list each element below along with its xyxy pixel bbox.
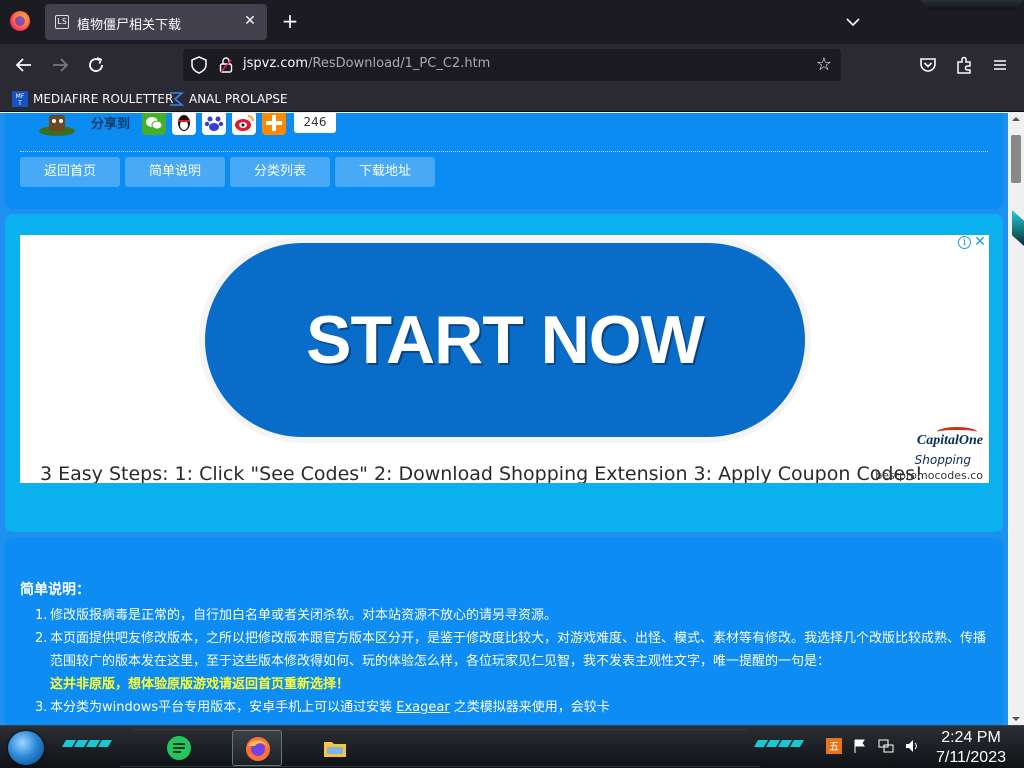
taskbar-app-file-explorer[interactable] [310,730,360,766]
scrollbar-thumb[interactable] [1011,135,1021,183]
new-tab-plus-icon[interactable]: + [280,11,300,32]
taskbar-decoration-left [61,740,113,750]
taskbar-app-firefox[interactable] [232,730,282,766]
ad-close-icon[interactable]: ✕ [973,235,987,249]
window-frame-decoration [920,0,1024,10]
scroll-up-arrow-icon[interactable] [1012,115,1020,123]
tab-favicon-icon: LS [55,15,69,29]
ad-domain-text: bestpromocodes.co [875,469,983,482]
tab-title: 植物僵尸相关下载 [77,18,182,33]
more-share-plus-icon[interactable] [262,113,286,135]
extensions-puzzle-icon[interactable] [953,54,975,76]
list-item: 1. 修改版报病毒是正常的，自行加白名单或者关闭杀软。对本站资源不放心的请另寻资源… [35,608,558,623]
page-nav-tabs: 返回首页 简单说明 分类列表 下载地址 [20,157,436,187]
zombie-mascot-icon [39,115,75,136]
taskbar-app-notes[interactable] [154,730,204,766]
taskbar-frame-decoration [120,729,760,767]
navigation-toolbar: jspvz.com/ResDownload/1_PC_C2.htm ☆ [0,44,1024,86]
description-list: 1. 修改版报病毒是正常的，自行加白名单或者关闭杀软。对本站资源不放心的请另寻资源… [35,604,990,719]
description-title: 简单说明： [20,582,90,598]
forward-arrow-icon[interactable] [48,53,72,77]
warning-text: 这并非原版，想体验原版游戏请返回首页重新选择！ [50,677,350,692]
tracking-protection-shield-icon[interactable] [191,56,207,74]
ad-info-icon[interactable]: i [958,236,971,249]
url-domain: jspvz.com [243,56,309,71]
url-path: /ResDownload/1_PC_C2.htm [308,56,491,71]
share-count-badge: 246 [294,113,336,133]
lock-icon[interactable] [219,56,233,74]
weibo-icon[interactable] [232,113,256,135]
clock-time: 2:24 PM [941,729,1001,746]
bookmark-sigma[interactable]: ANAL PROLAPSE [168,90,288,108]
list-item-text: 修改版报病毒是正常的，自行加白名单或者关闭杀软。对本站资源不放心的请另寻资源。 [50,608,558,623]
pocket-icon[interactable] [917,54,939,76]
hamburger-menu-icon[interactable] [989,54,1011,76]
ad-panel: START NOW i ✕ CapitalOne Shopping 3 Easy… [5,214,1003,532]
list-item-text: 本分类为windows平台专用版本，安卓手机上可以通过安装 [50,700,397,715]
list-item-text: 本页面提供吧友修改版本，之所以把修改版本跟官方版本区分开，是鉴于修改度比较大，对… [50,631,987,669]
flag-notification-icon[interactable] [852,738,868,754]
ad-brand-subtitle: Shopping [914,453,971,467]
list-item: 2. 本页面提供吧友修改版本，之所以把修改版本跟官方版本区分开，是鉴于修改度比较大… [35,631,987,669]
reload-icon[interactable] [84,53,108,77]
tab-home[interactable]: 返回首页 [20,157,121,187]
url-text[interactable]: jspvz.com/ResDownload/1_PC_C2.htm [243,56,490,71]
input-method-icon[interactable]: 五 [826,738,842,754]
page-content[interactable]: 分享到 246 返回首页 简单说明 分类列表 下载地址 START NOW i … [0,113,1008,725]
taskbar: 五 2:24 PM 7/11/2023 [0,725,1024,768]
folder-icon [324,742,346,757]
svg-text:T: T [17,100,22,107]
wechat-icon[interactable] [142,113,166,135]
network-icon[interactable] [878,738,894,754]
ad-start-now-button[interactable]: START NOW [205,243,805,437]
tab-category-list[interactable]: 分类列表 [230,157,331,187]
bookmark-label: MEDIAFIRE ROULETTER [33,92,174,106]
back-arrow-icon[interactable] [12,53,36,77]
browser-tab-active[interactable]: LS 植物僵尸相关下载 ✕ [45,4,267,40]
url-bar[interactable]: jspvz.com/ResDownload/1_PC_C2.htm ☆ [183,49,841,81]
bookmark-label: ANAL PROLAPSE [189,92,288,106]
start-button[interactable] [8,731,44,765]
ad-steps-text: 3 Easy Steps: 1: Click "See Codes" 2: Do… [40,463,923,483]
header-panel: 分享到 246 返回首页 简单说明 分类列表 下载地址 [5,113,1003,209]
list-item-text: 之类模拟器来使用，会较卡 [449,700,610,715]
firefox-logo-icon[interactable] [10,11,30,31]
bookmark-mediafire[interactable]: MF T MEDIAFIRE ROULETTER [12,90,173,108]
exagear-link[interactable]: Exagear [396,700,449,715]
system-tray: 五 [826,738,920,754]
baidu-paw-icon[interactable] [202,113,226,135]
scroll-down-arrow-icon[interactable] [1012,715,1020,723]
tab-simple-description[interactable]: 简单说明 [125,157,226,187]
system-clock[interactable]: 2:24 PM 7/11/2023 [936,728,1006,768]
page-scrollbar[interactable] [1008,113,1024,725]
speaker-volume-icon[interactable] [904,738,920,754]
ad-brand-logo: CapitalOne [916,433,983,448]
advertisement-banner[interactable]: START NOW i ✕ CapitalOne Shopping 3 Easy… [20,235,989,483]
bookmarks-toolbar: MF T MEDIAFIRE ROULETTER ANAL PROLAPSE [0,86,1024,112]
mediafire-icon: MFT [12,91,28,107]
tab-download-address[interactable]: 下载地址 [335,157,436,187]
svg-text:MF: MF [16,93,25,100]
qq-penguin-icon[interactable] [172,113,196,135]
tab-close-icon[interactable]: ✕ [241,12,259,30]
firefox-icon [246,737,270,761]
svg-text:五: 五 [829,742,839,753]
bookmark-star-icon[interactable]: ☆ [813,54,835,76]
green-notes-app-icon [167,736,191,760]
list-item: 3. 本分类为windows平台专用版本，安卓手机上可以通过安装 Exagear … [35,700,610,715]
description-panel: 简单说明： 1. 修改版报病毒是正常的，自行加白名单或者关闭杀软。对本站资源不放心… [5,538,1003,725]
clock-date: 7/11/2023 [936,749,1006,766]
taskbar-decoration-right [753,740,805,750]
share-label: 分享到 [91,117,131,132]
sigma-icon [170,92,184,106]
divider-line [20,151,988,152]
list-all-tabs-chevron-icon[interactable] [843,12,863,32]
tab-bar: LS 植物僵尸相关下载 ✕ + [0,0,1024,44]
